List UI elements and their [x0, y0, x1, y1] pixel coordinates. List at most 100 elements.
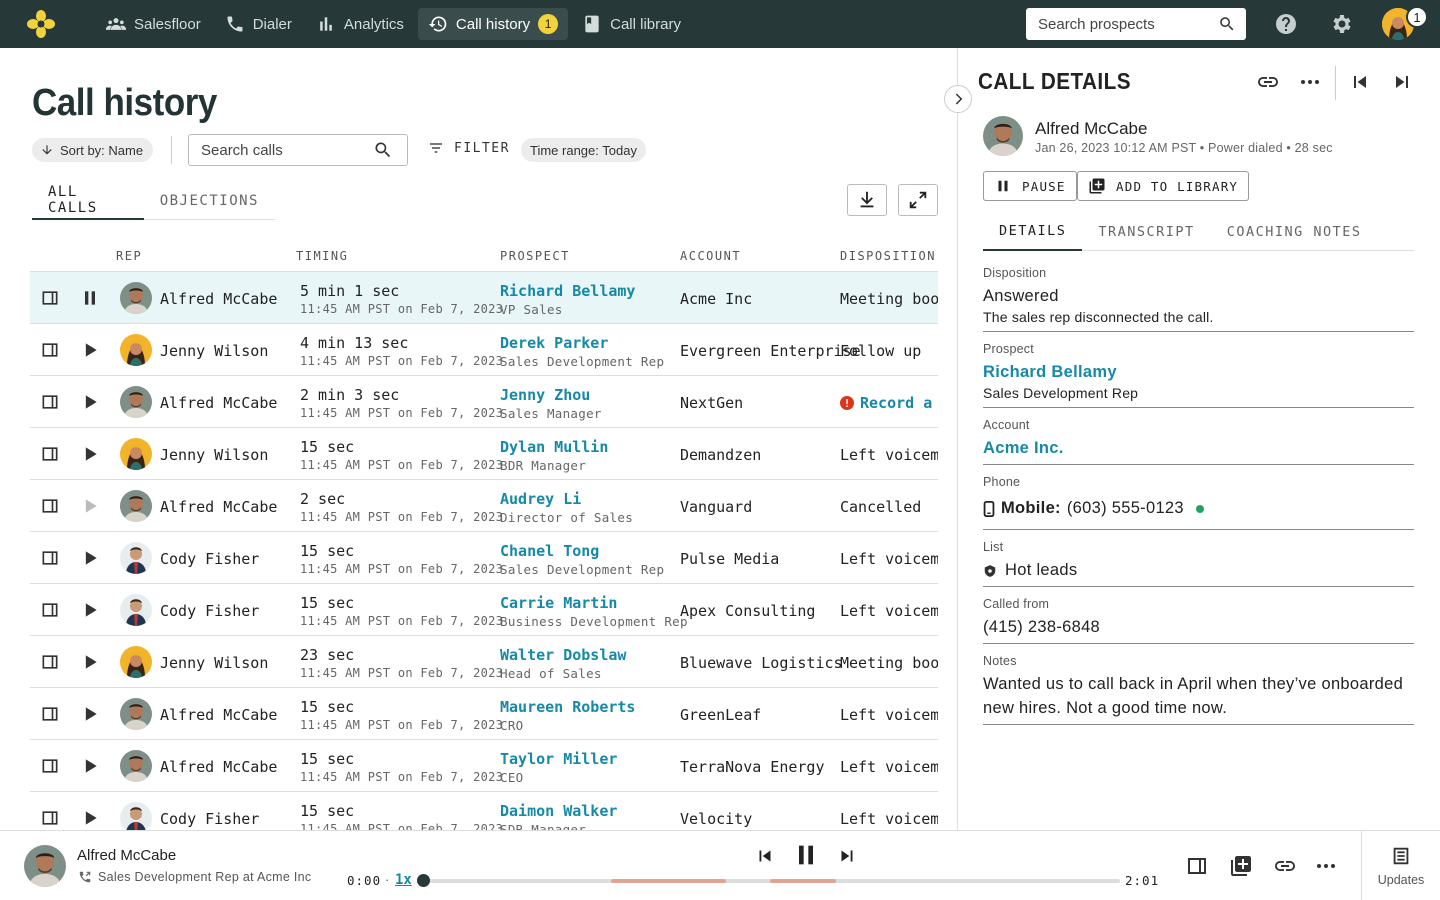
time-range-chip[interactable]: Time range: Today — [521, 138, 646, 162]
prospect-link[interactable]: Derek Parker — [500, 334, 608, 352]
play-icon[interactable] — [80, 652, 100, 672]
playback-speed[interactable]: 1x — [395, 872, 412, 888]
next-call-icon[interactable] — [1390, 70, 1414, 94]
table-row[interactable]: Cody Fisher 15 sec 11:45 AM PST on Feb 7, … — [30, 584, 938, 636]
library-add-icon[interactable] — [1229, 854, 1253, 878]
table-row[interactable]: Jenny Wilson 15 sec 11:45 AM PST on Feb 7,… — [30, 428, 938, 480]
open-details-icon[interactable] — [40, 444, 60, 464]
more-options-icon[interactable] — [1298, 70, 1322, 94]
prospect-link[interactable]: Dylan Mullin — [500, 438, 608, 456]
disposition: Left voicemail — [840, 602, 938, 620]
more-options-icon[interactable] — [1314, 854, 1338, 878]
open-details-icon[interactable] — [40, 808, 60, 828]
gear-icon[interactable] — [1330, 12, 1354, 36]
list-row[interactable]: Hot leads — [983, 561, 1077, 580]
add-to-library-button[interactable]: ADD TO LIBRARY — [1077, 171, 1250, 201]
phone-row[interactable]: Mobile: (603) 555-0123 — [983, 499, 1204, 518]
account-link[interactable]: Acme Inc. — [983, 439, 1064, 458]
open-details-icon[interactable] — [40, 340, 60, 360]
disposition-note: The sales rep disconnected the call. — [983, 309, 1214, 325]
filter-button[interactable]: FILTER — [428, 140, 510, 156]
notes-value[interactable]: Wanted us to call back in April when the… — [983, 672, 1414, 720]
disposition-value[interactable]: Answered — [983, 287, 1059, 306]
nav-dialer[interactable]: Dialer — [215, 8, 302, 40]
pause-icon[interactable] — [80, 288, 100, 308]
header-timing[interactable]: TIMING — [296, 249, 348, 263]
prospect-link[interactable]: Taylor Miller — [500, 750, 617, 768]
table-row[interactable]: Jenny Wilson 23 sec 11:45 AM PST on Feb 7,… — [30, 636, 938, 688]
header-rep[interactable]: REP — [116, 249, 142, 263]
play-icon[interactable] — [80, 756, 100, 776]
tab-transcript[interactable]: TRANSCRIPT — [1082, 213, 1210, 251]
expand-button[interactable] — [898, 184, 938, 216]
search-icon[interactable] — [373, 140, 393, 160]
prospect-link[interactable]: Walter Dobslaw — [500, 646, 626, 664]
nav-salesfloor[interactable]: Salesfloor — [96, 8, 211, 40]
link-icon[interactable] — [1256, 70, 1280, 94]
playback-track[interactable] — [424, 879, 1120, 883]
table-row[interactable]: Alfred McCabe 2 sec 11:45 AM PST on Feb 7,… — [30, 480, 938, 532]
previous-call-icon[interactable] — [1348, 70, 1372, 94]
table-row[interactable]: Alfred McCabe 15 sec 11:45 AM PST on Feb 7… — [30, 688, 938, 740]
pause-label: PAUSE — [1022, 178, 1066, 194]
play-icon[interactable] — [80, 340, 100, 360]
play-icon[interactable] — [80, 392, 100, 412]
record-disposition-link[interactable]: ! Record a disposition — [840, 394, 938, 412]
collapse-panel-button[interactable] — [944, 85, 972, 113]
prospect-link[interactable]: Maureen Roberts — [500, 698, 635, 716]
tab-details[interactable]: DETAILS — [983, 213, 1083, 251]
table-row[interactable]: Alfred McCabe 5 min 1 sec 11:45 AM PST on … — [30, 272, 938, 324]
help-icon[interactable] — [1274, 12, 1298, 36]
search-prospects-input[interactable] — [1038, 15, 1218, 33]
open-details-icon[interactable] — [40, 756, 60, 776]
prospect-link[interactable]: Chanel Tong — [500, 542, 599, 560]
header-prospect[interactable]: PROSPECT — [500, 249, 570, 263]
tab-objections[interactable]: OBJECTIONS — [144, 182, 275, 220]
nav-call-library[interactable]: Call library — [572, 8, 691, 40]
prospect-link[interactable]: Jenny Zhou — [500, 386, 590, 404]
playback-thumb[interactable] — [417, 874, 430, 887]
play-icon[interactable] — [80, 704, 100, 724]
prospect-link[interactable]: Richard Bellamy — [500, 282, 635, 300]
table-row[interactable]: Cody Fisher 15 sec 11:45 AM PST on Feb 7, … — [30, 532, 938, 584]
app-logo-icon[interactable] — [26, 9, 56, 39]
open-details-icon[interactable] — [40, 548, 60, 568]
pause-button[interactable]: PAUSE — [983, 171, 1077, 201]
open-details-icon[interactable] — [40, 288, 60, 308]
table-row[interactable]: Jenny Wilson 4 min 13 sec 11:45 AM PST on … — [30, 324, 938, 376]
updates-button[interactable]: Updates — [1361, 831, 1440, 900]
table-row[interactable]: Alfred McCabe 2 min 3 sec 11:45 AM PST on … — [30, 376, 938, 428]
header-disposition[interactable]: DISPOSITION — [840, 249, 936, 263]
prospect-link[interactable]: Carrie Martin — [500, 594, 617, 612]
download-button[interactable] — [847, 184, 887, 216]
search-icon[interactable] — [1218, 15, 1236, 33]
open-details-icon[interactable] — [40, 392, 60, 412]
play-icon[interactable] — [80, 808, 100, 828]
open-details-icon[interactable] — [40, 496, 60, 516]
pause-icon[interactable] — [792, 841, 820, 869]
header-account[interactable]: ACCOUNT — [680, 249, 741, 263]
nav-call-history[interactable]: Call history 1 — [417, 8, 569, 40]
tab-all-calls[interactable]: ALL CALLS — [32, 182, 144, 220]
table-row[interactable]: Cody Fisher 15 sec 11:45 AM PST on Feb 7, … — [30, 792, 938, 830]
audio-player-bar: Alfred McCabe Sales Development Rep at A… — [0, 830, 1440, 900]
play-icon[interactable] — [80, 496, 100, 516]
skip-next-icon[interactable] — [836, 845, 858, 867]
prospect-link[interactable]: Richard Bellamy — [983, 363, 1117, 382]
prospect-link[interactable]: Daimon Walker — [500, 802, 617, 820]
skip-previous-icon[interactable] — [754, 845, 776, 867]
tab-coaching-notes[interactable]: COACHING NOTES — [1211, 213, 1378, 251]
open-details-icon[interactable] — [40, 600, 60, 620]
table-row[interactable]: Alfred McCabe 15 sec 11:45 AM PST on Feb 7… — [30, 740, 938, 792]
sort-chip[interactable]: Sort by: Name — [32, 138, 154, 162]
play-icon[interactable] — [80, 600, 100, 620]
prospect-link[interactable]: Audrey Li — [500, 490, 581, 508]
play-icon[interactable] — [80, 548, 100, 568]
open-details-icon[interactable] — [40, 652, 60, 672]
link-icon[interactable] — [1273, 854, 1297, 878]
side-panel-icon[interactable] — [1185, 854, 1209, 878]
nav-analytics[interactable]: Analytics — [306, 8, 414, 40]
search-calls-input[interactable] — [201, 141, 373, 159]
open-details-icon[interactable] — [40, 704, 60, 724]
play-icon[interactable] — [80, 444, 100, 464]
